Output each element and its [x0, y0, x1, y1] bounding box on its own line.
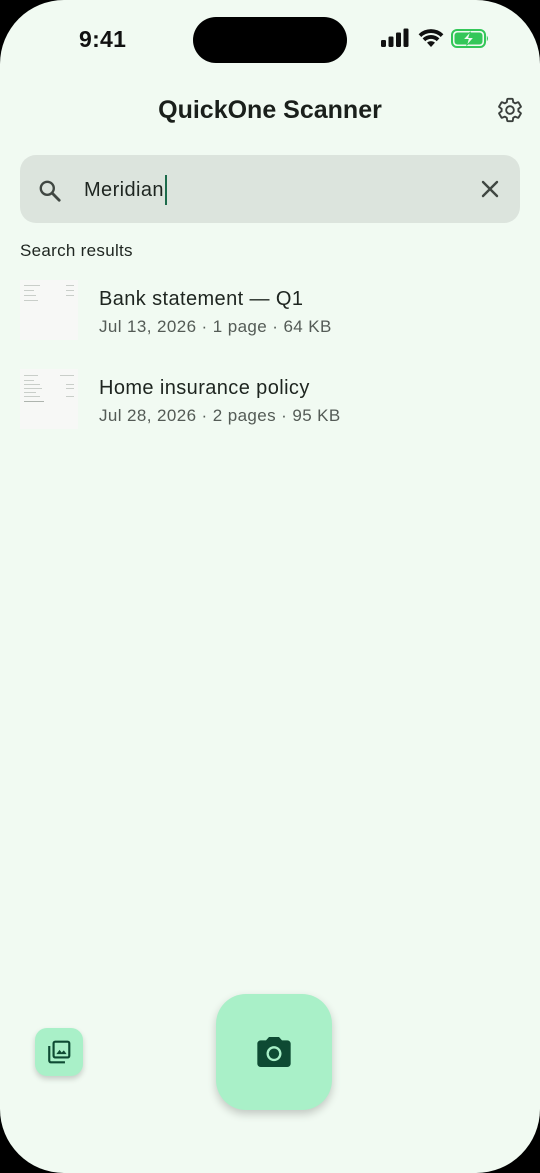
status-time: 9:41: [79, 26, 127, 52]
gear-icon: [498, 97, 522, 123]
result-title: Bank statement — Q1: [99, 288, 304, 310]
search-input-value: Meridian: [84, 178, 164, 201]
search-input[interactable]: Meridian: [84, 175, 167, 205]
status-bar: 9:41: [0, 0, 540, 80]
app-title: QuickOne Scanner: [158, 96, 382, 124]
dynamic-island: [193, 17, 347, 63]
search-icon: [39, 180, 61, 202]
phone-screen: 9:41 QuickOne Scanner Meridian Search re…: [0, 0, 540, 1173]
battery-charging-icon: [451, 29, 488, 48]
list-item[interactable]: Home insurance policy Jul 28, 2026 · 2 p…: [20, 369, 520, 431]
list-item[interactable]: Bank statement — Q1 Jul 13, 2026 · 1 pag…: [20, 280, 520, 342]
search-results-label: Search results: [20, 241, 133, 260]
wifi-icon: [418, 29, 444, 47]
result-meta: Jul 28, 2026 · 2 pages · 95 KB: [99, 406, 341, 425]
camera-icon: [257, 1037, 291, 1067]
result-meta: Jul 13, 2026 · 1 page · 64 KB: [99, 317, 332, 336]
import-from-gallery-button[interactable]: [35, 1028, 83, 1076]
document-thumbnail: [20, 280, 78, 340]
document-thumbnail: [20, 369, 78, 429]
close-icon: [481, 180, 499, 198]
photo-library-icon: [48, 1040, 71, 1064]
result-title: Home insurance policy: [99, 377, 310, 399]
cellular-signal-icon: [381, 28, 409, 47]
text-caret: [164, 175, 167, 205]
clear-search-button[interactable]: [476, 175, 504, 203]
scan-camera-button[interactable]: [216, 994, 332, 1110]
settings-button[interactable]: [494, 94, 526, 126]
